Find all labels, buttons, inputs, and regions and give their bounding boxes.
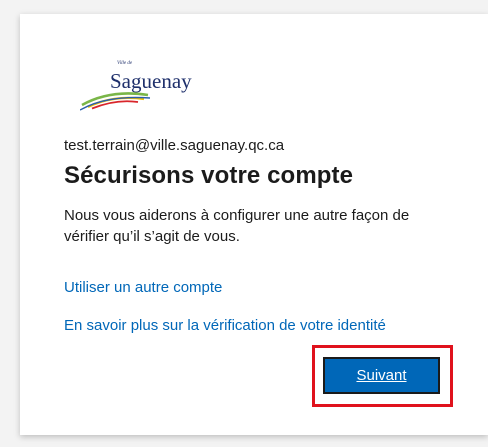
page-description: Nous vous aiderons à configurer une autr…	[64, 207, 410, 245]
use-another-account-link[interactable]: Utiliser un autre compte	[64, 279, 222, 296]
saguenay-logo-graphic: Ville de Saguenay	[80, 61, 192, 111]
learn-more-verification-link[interactable]: En savoir plus sur la vérification de vo…	[64, 317, 386, 334]
next-button[interactable]: Suivant	[323, 357, 440, 394]
account-email: test.terrain@ville.saguenay.qc.ca	[64, 137, 285, 154]
sign-in-card: Ville de Saguenay test.terrain@ville.sag…	[20, 14, 488, 435]
saguenay-logo: Ville de Saguenay	[80, 55, 200, 113]
logo-text: Saguenay	[110, 69, 192, 93]
logo-small-text: Ville de	[117, 61, 133, 66]
page-title: Sécurisons votre compte	[64, 162, 354, 189]
